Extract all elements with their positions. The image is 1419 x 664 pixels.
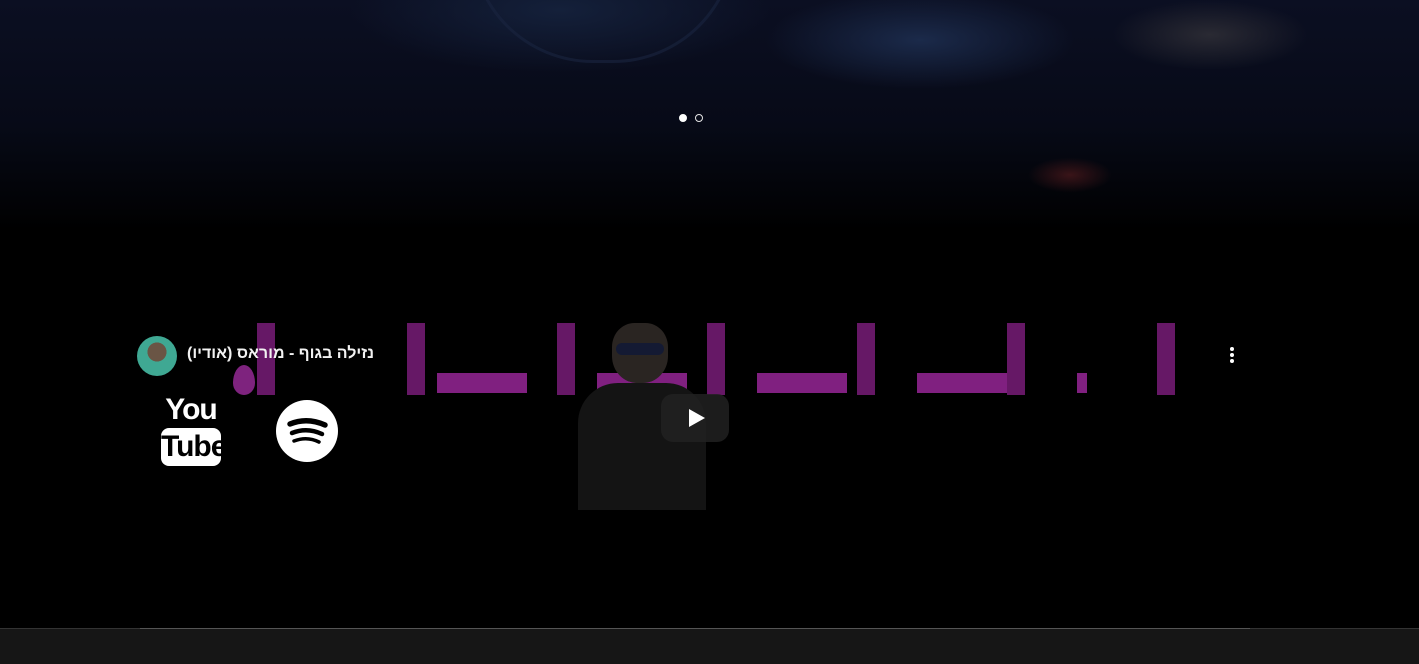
person-glasses: [616, 343, 664, 355]
carousel-dot-2[interactable]: [695, 114, 703, 122]
spotify-icon[interactable]: [276, 400, 338, 462]
drop-graphic: [233, 365, 255, 395]
youtube-logo-link[interactable]: You Tube: [160, 393, 227, 470]
carousel-pagination: [679, 114, 703, 122]
play-button[interactable]: [661, 394, 729, 442]
youtube-logo-tube: Tube: [161, 428, 227, 466]
footer-divider: [140, 628, 1250, 629]
channel-avatar[interactable]: [137, 336, 177, 376]
spotify-waves-icon: [287, 418, 328, 444]
more-vert-icon[interactable]: [1222, 346, 1242, 366]
hero-banner: [0, 0, 1419, 230]
hero-decoration: [470, 0, 736, 63]
embedded-video-player[interactable]: נזילה בגוף - מוראס (אודיו) You Tube: [137, 323, 1250, 510]
video-title[interactable]: נזילה בגוף - מוראס (אודיו): [187, 345, 374, 363]
youtube-logo-you: You: [165, 393, 217, 426]
footer-bar: [0, 628, 1419, 664]
video-thumbnail-text-art-2: [437, 373, 1087, 393]
carousel-dot-1[interactable]: [679, 114, 687, 122]
